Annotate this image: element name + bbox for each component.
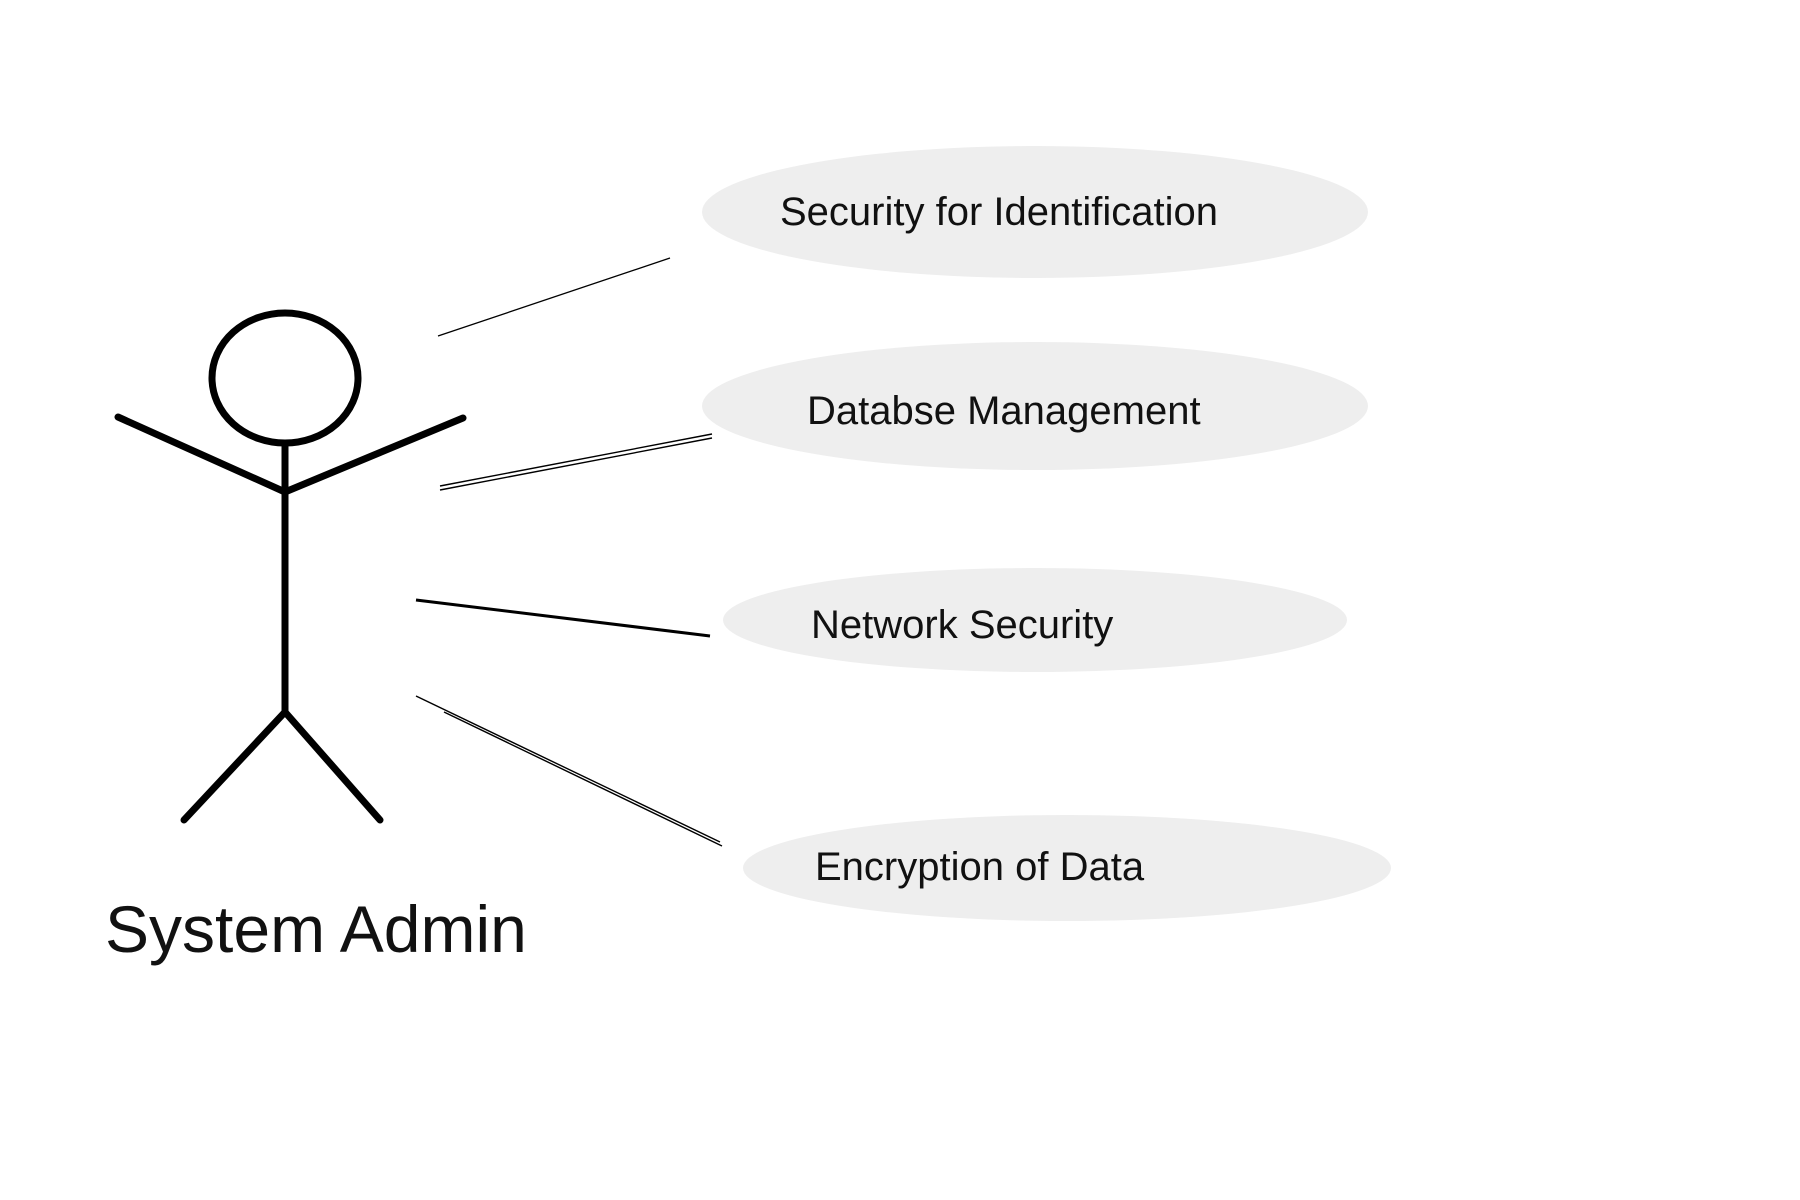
associations: [415, 257, 723, 847]
use-case-label: Network Security: [811, 603, 1113, 647]
actor-right-arm: [281, 414, 467, 496]
actor-left-leg: [180, 708, 289, 824]
use-case-security-identification[interactable]: Security for Identification: [702, 146, 1368, 278]
use-case-label: Security for Identification: [780, 190, 1218, 234]
use-case-encryption-of-data[interactable]: Encryption of Data: [743, 815, 1391, 921]
actor-left-arm: [114, 413, 289, 496]
association-line-4: [415, 695, 723, 847]
actor-head: [208, 309, 362, 447]
association-line-3: [415, 598, 711, 638]
use-case-label: Encryption of Data: [815, 845, 1145, 889]
use-case-diagram: System Admin Security for Identification…: [105, 146, 1391, 966]
use-case-label: Databse Management: [807, 389, 1201, 433]
association-line-2: [439, 433, 713, 491]
association-line-1: [437, 257, 671, 337]
actor-name: System Admin: [105, 892, 527, 966]
actor-right-leg: [281, 708, 384, 824]
use-case-database-management[interactable]: Databse Management: [702, 342, 1368, 470]
actor-figure: [114, 309, 467, 824]
use-case-network-security[interactable]: Network Security: [723, 568, 1347, 672]
